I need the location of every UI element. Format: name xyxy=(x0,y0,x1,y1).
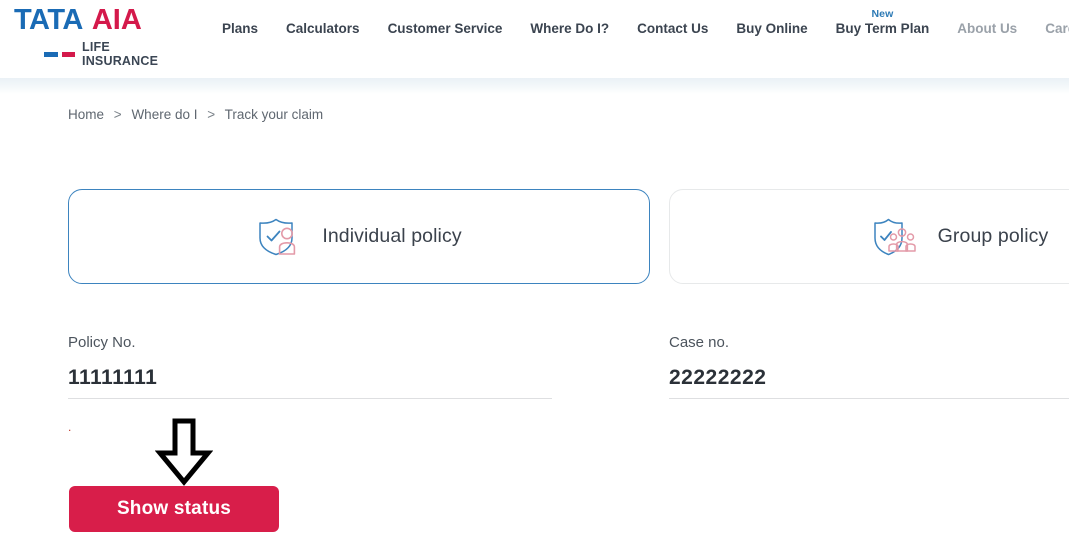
card-content: Individual policy xyxy=(256,217,462,257)
policy-no-label: Policy No. xyxy=(68,334,136,351)
logo-text-tata: TATA xyxy=(14,4,83,36)
breadcrumb: Home > Where do I > Track your claim xyxy=(68,106,323,124)
nav-label: Buy Online xyxy=(736,21,808,36)
shield-person-icon xyxy=(256,217,302,257)
logo-tagline-row: LIFE INSURANCE xyxy=(44,40,179,68)
nav-item-buy-online[interactable]: Buy Online xyxy=(722,18,821,40)
nav-label: Careers xyxy=(1045,21,1069,36)
logo-dash-blue-icon xyxy=(44,51,58,57)
policy-no-error-message: . xyxy=(68,420,72,434)
nav-label: Customer Service xyxy=(387,21,503,36)
nav-label: Plans xyxy=(222,21,259,36)
show-status-button[interactable]: Show status xyxy=(69,486,279,532)
nav-item-customer-service[interactable]: Customer Service xyxy=(374,18,517,40)
shield-group-icon xyxy=(872,217,918,257)
nav-label: Contact Us xyxy=(637,21,709,36)
logo-dash-red-icon xyxy=(61,51,76,57)
policy-type-label-group: Group policy xyxy=(937,225,1049,247)
logo-tagline: LIFE INSURANCE xyxy=(82,40,159,68)
nav-badge-new: New xyxy=(871,8,894,20)
breadcrumb-item-home[interactable]: Home xyxy=(68,107,104,122)
nav-item-contact-us[interactable]: Contact Us xyxy=(623,18,722,40)
site-header: TATA AIA LIFE INSURANCE Plans Calculator… xyxy=(0,0,1069,78)
logo-text-aia: AIA xyxy=(91,4,142,36)
policy-no-field-group: Policy No. xyxy=(68,333,552,399)
nav-item-careers[interactable]: Careers xyxy=(1031,18,1069,40)
nav-item-buy-term-plan[interactable]: New Buy Term Plan xyxy=(822,8,944,40)
policy-type-label-individual: Individual policy xyxy=(322,225,462,247)
nav-item-about-us[interactable]: About Us xyxy=(943,18,1031,40)
header-underbar xyxy=(0,78,1069,94)
case-no-input[interactable] xyxy=(669,365,1069,391)
nav-item-calculators[interactable]: Calculators xyxy=(272,18,374,40)
page-root: TATA AIA LIFE INSURANCE Plans Calculator… xyxy=(0,0,1069,560)
breadcrumb-separator: > xyxy=(207,107,216,122)
case-no-underline xyxy=(669,398,1069,399)
breadcrumb-item-where-do-i[interactable]: Where do I xyxy=(131,107,197,122)
breadcrumb-item-track-your-claim: Track your claim xyxy=(224,107,324,122)
breadcrumb-separator: > xyxy=(113,107,122,122)
policy-no-underline xyxy=(68,398,552,399)
policy-type-card-individual[interactable]: Individual policy xyxy=(68,189,650,284)
policy-no-input[interactable] xyxy=(68,365,552,391)
nav-item-plans[interactable]: Plans xyxy=(222,18,272,40)
card-content: Group policy xyxy=(872,217,1049,257)
nav-label: About Us xyxy=(957,21,1018,36)
down-arrow-annotation-icon xyxy=(154,418,214,486)
brand-logo[interactable]: TATA AIA LIFE INSURANCE xyxy=(14,6,179,69)
case-no-label: Case no. xyxy=(669,334,730,351)
logo-wordmark: TATA AIA xyxy=(14,6,179,35)
nav-label: Calculators xyxy=(286,21,360,36)
policy-type-card-group[interactable]: Group policy xyxy=(669,189,1069,284)
main-navigation: Plans Calculators Customer Service Where… xyxy=(222,8,1069,40)
nav-label: Where Do I? xyxy=(530,21,610,36)
nav-item-where-do-i[interactable]: Where Do I? xyxy=(516,18,623,40)
case-no-field-group: Case no. xyxy=(669,333,1069,399)
